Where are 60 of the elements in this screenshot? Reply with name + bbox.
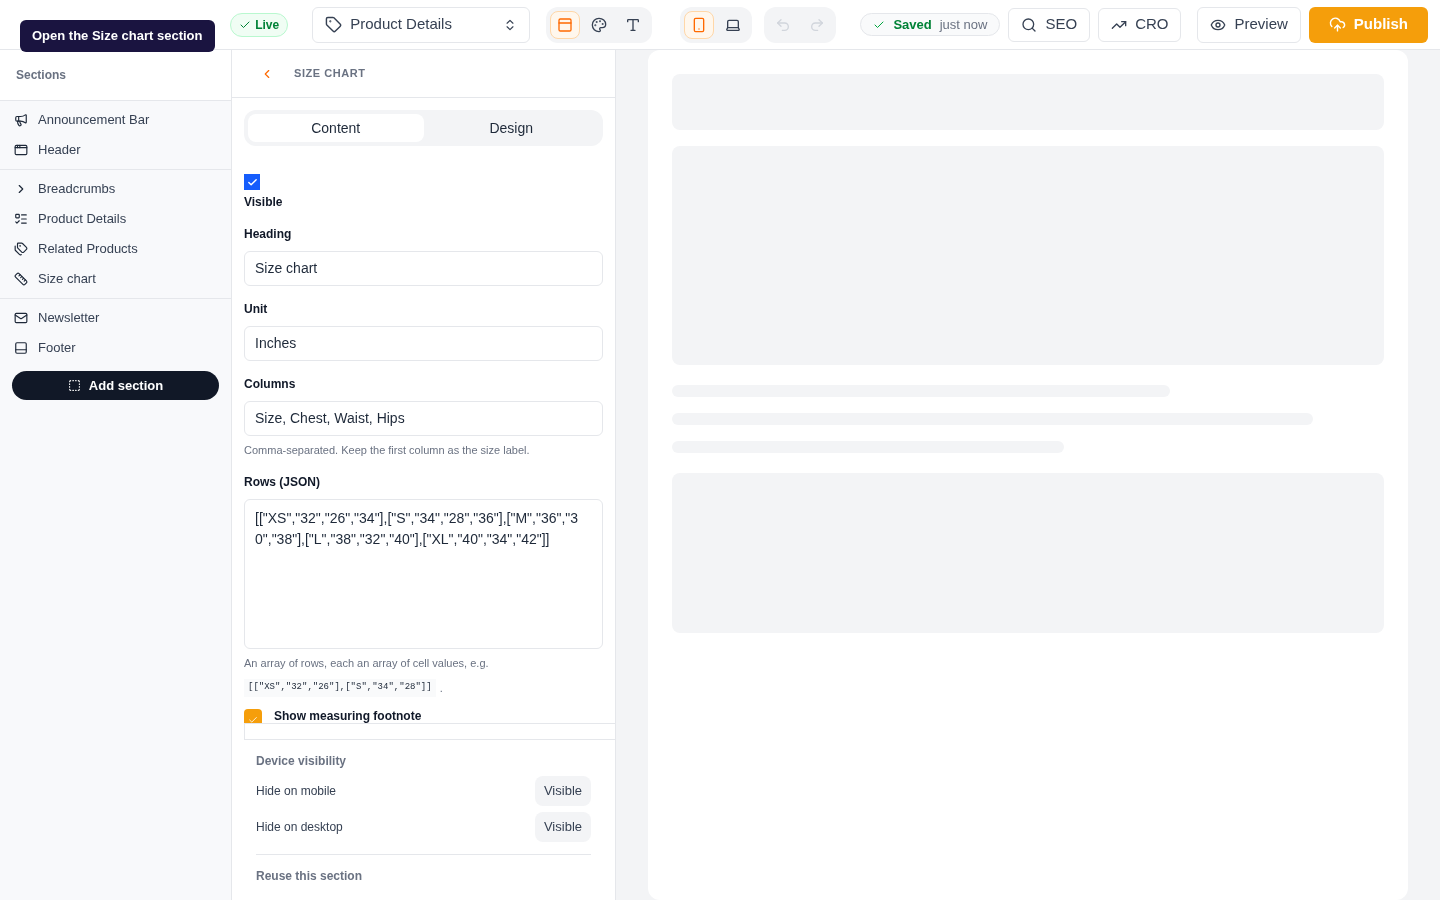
row-label: Hide on mobile xyxy=(256,782,337,800)
check-icon xyxy=(248,714,258,723)
visible-checkbox[interactable] xyxy=(244,174,260,190)
section-item[interactable]: Product Details xyxy=(0,204,231,234)
section-item[interactable]: Header xyxy=(0,135,231,165)
input-field[interactable]: Inches xyxy=(244,326,603,361)
sidebar-title: Sections xyxy=(16,67,66,84)
window-icon xyxy=(14,143,28,157)
check-icon xyxy=(246,176,258,188)
row-label: Hide on desktop xyxy=(256,818,343,836)
megaphone-icon xyxy=(14,113,28,127)
tooltip: Open the Size chart section xyxy=(20,20,215,52)
input-field[interactable]: Size, Chest, Waist, Hips xyxy=(244,401,603,436)
section-item[interactable]: Related Products xyxy=(0,234,231,264)
layout-icon xyxy=(557,16,574,33)
undo-icon xyxy=(775,16,792,33)
section-item[interactable]: Newsletter xyxy=(0,303,231,333)
dashed-square-icon xyxy=(67,379,81,392)
field-label: Rows (JSON) xyxy=(244,473,321,491)
page-select[interactable]: Product Details xyxy=(312,6,531,43)
preview-button[interactable]: Preview xyxy=(1197,6,1301,43)
help-text: . xyxy=(439,680,443,696)
cro-button[interactable]: CRO xyxy=(1098,7,1182,42)
panel-title: SIZE CHART xyxy=(294,66,366,82)
code-example: [["XS","32","26"],["S","34","28"]] xyxy=(244,679,436,697)
visibility-button[interactable]: Visible xyxy=(534,775,591,806)
footnote-checkbox[interactable] xyxy=(244,708,262,723)
search-icon xyxy=(1021,16,1038,33)
panel-tab[interactable]: Content xyxy=(248,114,424,142)
list-icon xyxy=(14,212,28,226)
tag-icon xyxy=(325,16,343,33)
cloud-upload-icon xyxy=(1328,16,1346,33)
help-text: Comma-separated. Keep the first column as the size label. xyxy=(244,443,531,458)
rows-textarea[interactable]: [["XS","32","26","34"],["S","34","28","36"],["M","36","30","38"],["L","38","32","40"],["XL","40","34","42"]] xyxy=(244,498,603,649)
section-item[interactable]: Size chart xyxy=(0,264,231,294)
section-item[interactable]: Breadcrumbs xyxy=(0,174,231,204)
section-item[interactable]: Footer xyxy=(0,333,231,363)
panel-icon xyxy=(14,341,28,355)
tags-icon xyxy=(14,242,28,256)
palette-icon xyxy=(591,16,608,33)
field-label: Unit xyxy=(244,301,269,318)
help-text: An array of rows, each an array of cell values, e.g. xyxy=(244,655,490,671)
input-field[interactable]: Size chart xyxy=(244,251,603,286)
add-section-button[interactable]: Add section xyxy=(12,371,219,400)
field-label: Columns xyxy=(244,376,297,393)
live-badge: Live xyxy=(230,12,289,37)
section-item[interactable]: Announcement Bar xyxy=(0,105,231,135)
save-status: Saved just now xyxy=(860,12,1001,37)
checkbox-label: Show measuring footnote xyxy=(274,708,422,723)
ruler-icon xyxy=(14,272,28,286)
seo-button[interactable]: SEO xyxy=(1008,7,1091,42)
group-title: Device visibility xyxy=(256,752,348,770)
redo-icon xyxy=(809,16,826,33)
mail-icon xyxy=(14,311,28,325)
field-label: Visible xyxy=(244,194,284,211)
panel-tab[interactable]: Design xyxy=(423,114,599,142)
type-icon xyxy=(625,16,642,33)
field-label: Heading xyxy=(244,226,293,243)
group-title: Reuse this section xyxy=(256,868,363,883)
visibility-button[interactable]: Visible xyxy=(534,811,591,842)
